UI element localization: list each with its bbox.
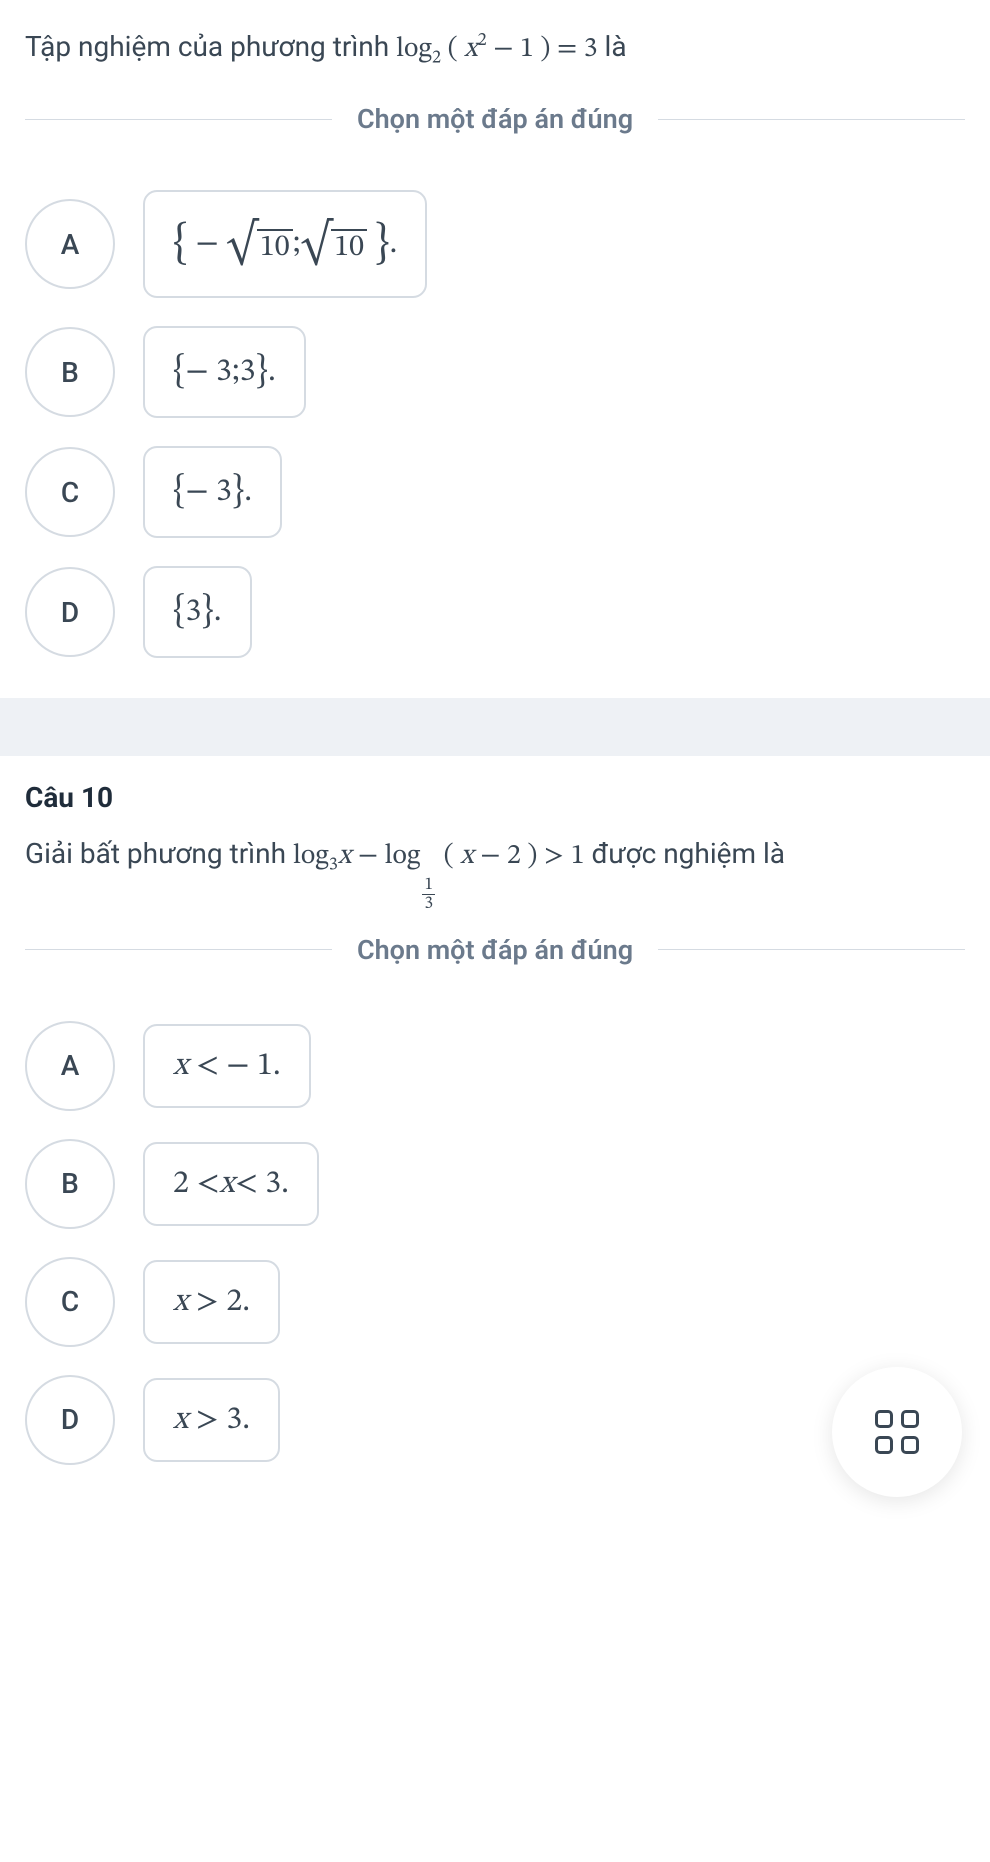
q2-option-c[interactable]: C x > 2. — [25, 1257, 965, 1347]
option-content: x > 2. — [143, 1260, 280, 1344]
q1-option-b[interactable]: B { − 3 ; 3 } . — [25, 326, 965, 418]
section-gap — [0, 698, 990, 756]
divider-line — [25, 119, 332, 120]
q2-options: A x < − 1. B 2 < x < 3. C x > 2. D x > 3… — [25, 1021, 965, 1465]
question-block-2: Câu 10 Giải bất phương trình log3x − log… — [0, 756, 990, 1524]
q1-prompt-suffix: là — [598, 30, 627, 63]
option-letter: B — [25, 327, 115, 417]
option-letter: B — [25, 1139, 115, 1229]
q2-prompt-prefix: Giải bất phương trình — [25, 837, 293, 870]
q2-prompt-math: log3x − log13 ( x − 2 ) > 1 — [293, 842, 585, 870]
option-content: x > 3. — [143, 1378, 280, 1462]
divider-line — [658, 119, 965, 120]
option-letter: A — [25, 199, 115, 289]
q2-option-d[interactable]: D x > 3. — [25, 1375, 965, 1465]
option-content: { 3 } . — [143, 566, 252, 658]
option-letter: C — [25, 1257, 115, 1347]
q2-option-b[interactable]: B 2 < x < 3. — [25, 1139, 965, 1229]
question-2-prompt: Giải bất phương trình log3x − log13 ( x … — [25, 832, 965, 903]
question-2-title: Câu 10 — [25, 781, 965, 814]
divider-text-1: Chọn một đáp án đúng — [332, 103, 658, 135]
question-1-prompt: Tập nghiệm của phương trình log2 ( x2 − … — [25, 25, 965, 73]
option-content: { − √10 ; √10 } . — [143, 190, 427, 298]
question-block-1: Tập nghiệm của phương trình log2 ( x2 − … — [0, 0, 990, 698]
q2-option-a[interactable]: A x < − 1. — [25, 1021, 965, 1111]
q1-prompt-math: log2 ( x2 − 1 ) = 3 — [396, 35, 597, 63]
option-letter: D — [25, 1375, 115, 1465]
divider-2: Chọn một đáp án đúng — [25, 934, 965, 966]
q2-prompt-suffix: được nghiệm là — [585, 837, 785, 870]
q1-option-d[interactable]: D { 3 } . — [25, 566, 965, 658]
divider-text-2: Chọn một đáp án đúng — [332, 934, 658, 966]
option-content: { − 3 } . — [143, 446, 282, 538]
grid-icon — [875, 1410, 919, 1454]
option-content: { − 3 ; 3 } . — [143, 326, 306, 418]
q1-option-c[interactable]: C { − 3 } . — [25, 446, 965, 538]
option-letter: D — [25, 567, 115, 657]
option-content: x < − 1. — [143, 1024, 311, 1108]
option-content: 2 < x < 3. — [143, 1142, 319, 1226]
grid-menu-button[interactable] — [832, 1367, 962, 1497]
q1-option-a[interactable]: A { − √10 ; √10 } . — [25, 190, 965, 298]
q1-options: A { − √10 ; √10 } . B { − 3 ; 3 } . C { … — [25, 190, 965, 658]
divider-1: Chọn một đáp án đúng — [25, 103, 965, 135]
option-letter: A — [25, 1021, 115, 1111]
q1-prompt-prefix: Tập nghiệm của phương trình — [25, 30, 396, 63]
divider-line — [658, 949, 965, 950]
option-letter: C — [25, 447, 115, 537]
divider-line — [25, 949, 332, 950]
